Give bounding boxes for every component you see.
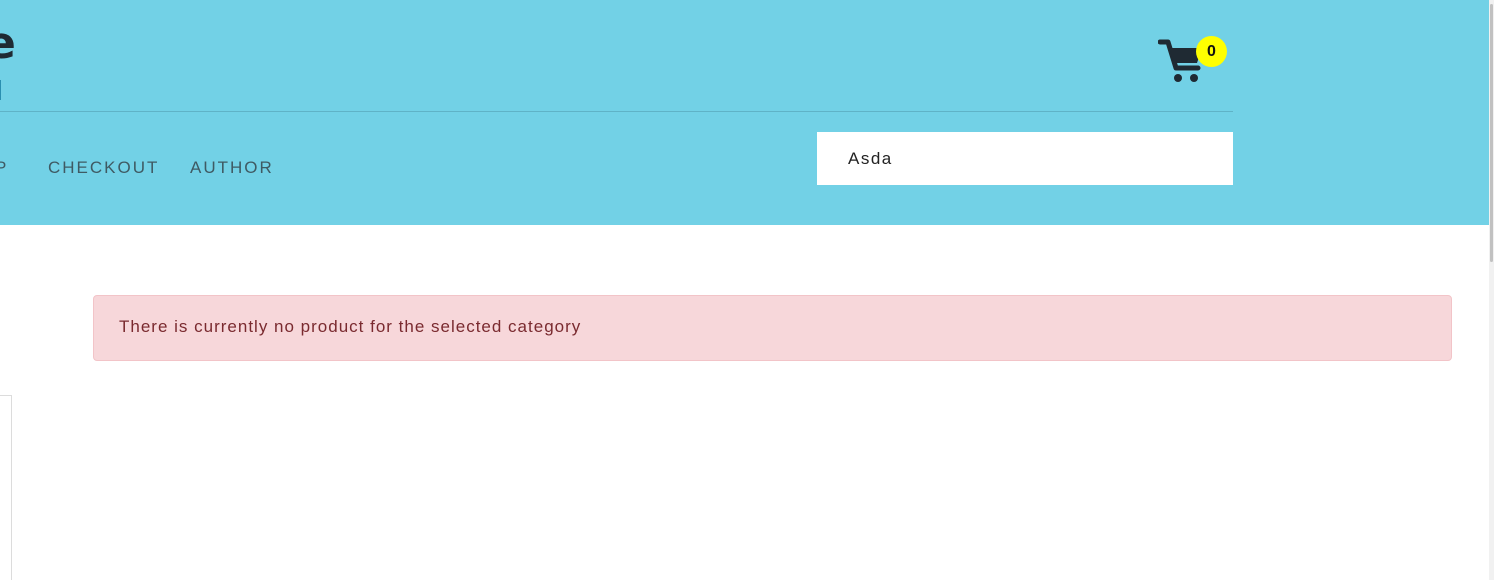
page: e 0 P CHECKOUT AUTHOR There is currently… bbox=[0, 0, 1494, 580]
nav-item-author[interactable]: AUTHOR bbox=[190, 158, 274, 178]
cart-count-badge: 0 bbox=[1196, 36, 1227, 67]
scrollbar-thumb[interactable] bbox=[1490, 4, 1493, 262]
search-input[interactable] bbox=[817, 132, 1233, 185]
header-divider bbox=[0, 111, 1233, 112]
site-header: e 0 P CHECKOUT AUTHOR bbox=[0, 0, 1489, 225]
sidebar-panel-edge bbox=[0, 395, 12, 580]
no-product-alert: There is currently no product for the se… bbox=[93, 295, 1452, 361]
alert-message: There is currently no product for the se… bbox=[119, 317, 582, 336]
site-logo-accent bbox=[0, 80, 1, 100]
nav-item-shop[interactable]: P bbox=[0, 158, 8, 178]
nav-item-checkout[interactable]: CHECKOUT bbox=[48, 158, 159, 178]
site-logo[interactable]: e bbox=[0, 22, 16, 66]
